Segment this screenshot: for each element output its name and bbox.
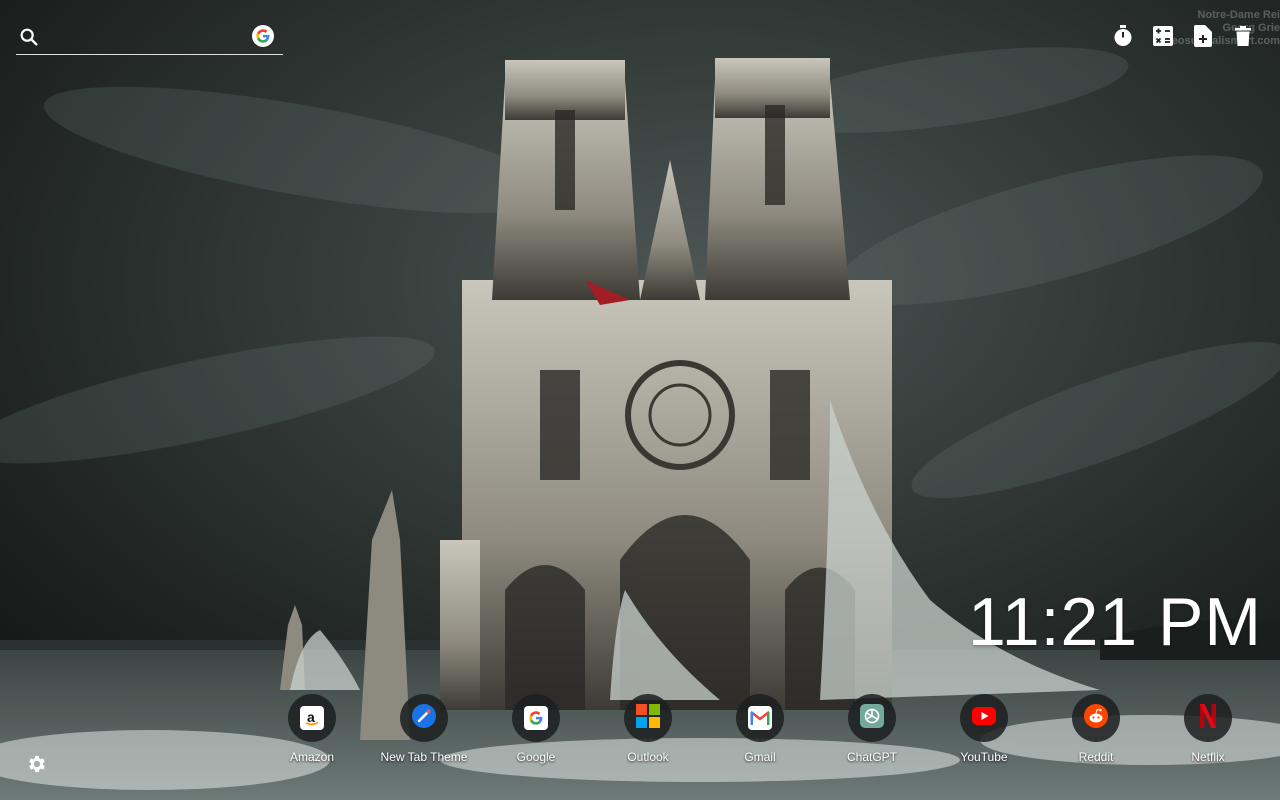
shortcut-label: Google (516, 750, 556, 764)
shortcut-chatgpt[interactable]: ChatGPT (816, 694, 928, 764)
shortcut-google[interactable]: Google (480, 694, 592, 764)
wallpaper (0, 0, 1280, 800)
shortcut-label: Outlook (627, 750, 669, 764)
shortcut-reddit[interactable]: Reddit (1040, 694, 1152, 764)
shortcut-label: YouTube (960, 750, 1008, 764)
shortcut-netflix[interactable]: Netflix (1152, 694, 1264, 764)
reddit-icon (1084, 703, 1108, 733)
add-note-icon[interactable] (1192, 24, 1214, 48)
shortcut-label: ChatGPT (846, 750, 897, 764)
search-bar (16, 20, 283, 55)
shortcut-outlook[interactable]: Outlook (592, 694, 704, 764)
amazon-icon: a (300, 706, 324, 730)
chatgpt-icon (860, 703, 884, 733)
settings-gear-icon[interactable] (26, 753, 48, 775)
shortcut-gmail[interactable]: Gmail (704, 694, 816, 764)
microsoft-icon (636, 703, 660, 733)
gmail-icon (748, 706, 772, 730)
google-search-engine-icon[interactable] (252, 25, 274, 47)
shortcut-label: Amazon (289, 750, 335, 764)
shortcut-new-tab-theme[interactable]: New Tab Theme (368, 694, 480, 764)
calculator-icon[interactable] (1152, 24, 1174, 48)
shortcut-youtube[interactable]: YouTube (928, 694, 1040, 764)
shortcut-label: New Tab Theme (380, 750, 468, 764)
clock: 11:21 PM (967, 584, 1262, 660)
new-tab-theme-icon (412, 703, 436, 733)
trash-icon[interactable] (1232, 24, 1254, 48)
shortcuts-bar: a Amazon New Tab Theme Google Outlook Gm (256, 694, 1264, 764)
svg-text:a: a (307, 709, 315, 725)
search-input[interactable] (52, 24, 246, 52)
toolbar (1112, 24, 1254, 48)
search-icon[interactable] (18, 26, 40, 48)
google-icon (524, 706, 548, 730)
shortcut-label: Gmail (744, 750, 776, 764)
shortcut-label: Netflix (1191, 750, 1225, 764)
timer-icon[interactable] (1112, 24, 1134, 48)
youtube-icon (972, 706, 996, 730)
shortcut-amazon[interactable]: a Amazon (256, 694, 368, 764)
netflix-icon (1200, 703, 1216, 733)
credit-line-1: Notre-Dame Rei (1197, 9, 1280, 21)
shortcut-label: Reddit (1078, 750, 1114, 764)
